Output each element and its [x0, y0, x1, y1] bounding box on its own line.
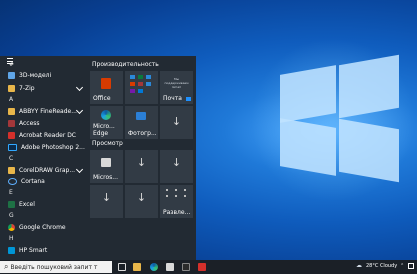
tile-entertainment[interactable]: Развле... [160, 185, 193, 218]
windows-logo-pane [280, 65, 336, 123]
chrome-icon [8, 223, 15, 231]
network-icon[interactable] [408, 263, 414, 269]
app-mini-icon [130, 89, 135, 93]
tile-download-placeholder[interactable]: ↓ [125, 185, 158, 218]
app-mini-icon [130, 75, 135, 79]
app-item-3d-models[interactable]: 3D-моделі [0, 70, 88, 80]
excel-icon [8, 200, 15, 208]
app-mini-icon [130, 82, 135, 86]
app-item-access[interactable]: Access [0, 118, 88, 128]
app-list: # 3D-моделі 7-Zip A ABBYY FineReade... A… [0, 56, 88, 260]
download-arrow-icon: ↓ [136, 191, 147, 204]
tile-download-placeholder[interactable]: ↓ [160, 150, 193, 183]
acrobat-icon [8, 131, 15, 139]
office-icon [101, 78, 111, 89]
app-item-acrobat[interactable]: Acrobat Reader DC [0, 130, 88, 140]
tray-chevron-icon[interactable]: ⌃ [400, 263, 404, 269]
app-item-excel[interactable]: Excel [0, 199, 88, 209]
weather-text[interactable]: 28°C Cloudy [366, 263, 397, 269]
letter-header-e[interactable]: E [0, 187, 88, 197]
access-icon [8, 119, 15, 127]
start-menu: # 3D-моделі 7-Zip A ABBYY FineReade... A… [0, 56, 196, 260]
tile-mail[interactable]: Мы поддерживаем Gmail Почта [160, 71, 193, 104]
store-taskbar-icon[interactable] [166, 263, 174, 271]
edge-taskbar-icon[interactable] [150, 263, 158, 271]
letter-header-h[interactable]: H [0, 233, 88, 243]
group-title-browse[interactable]: Просмотр [92, 140, 123, 147]
letter-header-hash[interactable]: # [0, 59, 88, 69]
tile-microsoft-edge[interactable]: Micro... Edge [90, 106, 123, 139]
edge-icon [101, 110, 111, 120]
task-view-icon[interactable] [118, 263, 126, 271]
folder-icon [8, 107, 15, 115]
app-folder-coreldraw[interactable]: CorelDRAW Grap... [0, 165, 88, 175]
store-icon [101, 158, 111, 167]
app-mini-icon [146, 82, 151, 86]
mail-promo-text: Мы поддерживаем Gmail [164, 77, 189, 89]
letter-header-c[interactable]: C [0, 153, 88, 163]
app-mini-icon [166, 195, 168, 197]
tile-microsoft-store[interactable]: Micros... [90, 150, 123, 183]
app-mini-icon [146, 75, 151, 79]
cloud-icon: ☁ [356, 262, 362, 269]
tile-download-placeholder[interactable]: ↓ [90, 185, 123, 218]
search-icon: ⌕ [4, 262, 9, 271]
cube-icon [8, 71, 15, 79]
app-mini-icon [175, 195, 177, 197]
app-folder-7zip[interactable]: 7-Zip [0, 83, 88, 93]
photoshop-icon [8, 143, 17, 151]
cortana-icon [8, 177, 17, 185]
file-explorer-icon[interactable] [133, 263, 141, 271]
tile-download-placeholder[interactable]: ↓ [160, 106, 193, 139]
windows-logo-pane [339, 54, 399, 119]
mail-icon [186, 97, 191, 101]
app-mini-icon [138, 82, 143, 86]
tile-apps-folder[interactable] [125, 71, 158, 104]
app-mini-icon [175, 189, 177, 191]
app-mini-icon [138, 89, 143, 93]
letter-header-a[interactable]: A [0, 94, 88, 104]
app-mini-icon [138, 75, 143, 79]
download-arrow-icon: ↓ [101, 191, 112, 204]
app-folder-abbyy[interactable]: ABBYY FineReade... [0, 106, 88, 116]
taskbar-search-box[interactable]: ⌕ Введіть пошуковий запит т [0, 261, 112, 273]
folder-icon [8, 84, 15, 92]
search-placeholder: Введіть пошуковий запит т [10, 263, 98, 271]
app-mini-icon [184, 189, 186, 191]
app-mini-icon [184, 195, 186, 197]
tile-download-placeholder[interactable]: ↓ [125, 150, 158, 183]
app-item-google-chrome[interactable]: Google Chrome [0, 222, 88, 232]
acrobat-taskbar-icon[interactable] [198, 263, 206, 271]
group-title-productivity[interactable]: Производительность [92, 61, 159, 68]
photos-icon [136, 112, 146, 120]
folder-icon [8, 166, 15, 174]
app-item-hp-smart[interactable]: HP Smart [0, 245, 88, 255]
app-mini-icon [166, 189, 168, 191]
download-arrow-icon: ↓ [171, 115, 182, 128]
app-item-cortana[interactable]: Cortana [0, 176, 88, 186]
tile-office[interactable]: Office [90, 71, 123, 104]
tile-photos[interactable]: Фотогр... [125, 106, 158, 139]
download-arrow-icon: ↓ [171, 156, 182, 169]
windows-logo-pane [280, 118, 336, 176]
app-taskbar-icon[interactable] [182, 263, 190, 271]
tiles-area: Производительность Office Мы поддерживае… [88, 56, 196, 260]
windows-logo-pane [339, 118, 399, 183]
hp-smart-icon [8, 246, 15, 254]
app-item-photoshop[interactable]: Adobe Photoshop 2... [0, 142, 88, 152]
download-arrow-icon: ↓ [136, 156, 147, 169]
taskbar: ⌕ Введіть пошуковий запит т ☁ 28°C Cloud… [0, 260, 417, 274]
letter-header-g[interactable]: G [0, 210, 88, 220]
